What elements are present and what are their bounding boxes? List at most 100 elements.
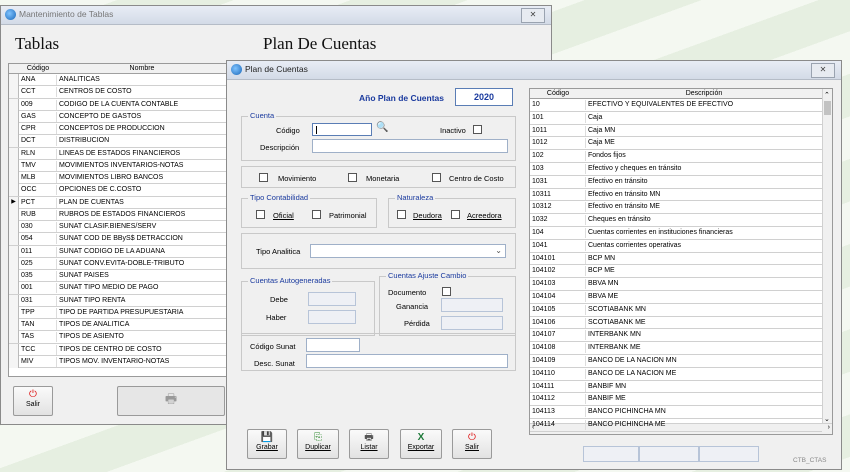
oficial-checkbox[interactable] (256, 210, 265, 219)
row-indicator[interactable] (9, 123, 19, 135)
row-indicator[interactable] (9, 233, 19, 246)
table-row[interactable]: 001 SUNAT TIPO MEDIO DE PAGO (9, 282, 227, 295)
row-indicator[interactable] (9, 257, 19, 270)
account-row[interactable]: 104104 BBVA ME (530, 291, 822, 304)
table-row[interactable]: GAS CONCEPTO DE GASTOS (9, 110, 227, 123)
inactivo-checkbox[interactable] (473, 125, 482, 134)
ganancia-input[interactable] (441, 298, 503, 312)
row-indicator[interactable] (9, 331, 19, 344)
scroll-thumb[interactable] (824, 101, 831, 115)
row-indicator[interactable] (9, 184, 19, 197)
row-indicator[interactable] (9, 159, 19, 172)
table-row[interactable]: 009 CODIGO DE LA CUENTA CONTABLE (9, 98, 227, 111)
tipo-analitica-select[interactable]: ⌄ (310, 244, 506, 258)
account-row[interactable]: 104105 SCOTIABANK MN (530, 304, 822, 317)
debe-input[interactable] (308, 292, 356, 306)
column-header-codigo[interactable]: Código (19, 64, 57, 74)
table-row[interactable]: 031 SUNAT TIPO RENTA (9, 294, 227, 307)
documento-checkbox[interactable] (442, 287, 451, 296)
account-row[interactable]: 1011 Caja MN (530, 125, 822, 138)
row-indicator[interactable] (9, 319, 19, 331)
account-row[interactable]: 104108 INTERBANK ME (530, 342, 822, 355)
account-row[interactable]: 10312 Efectivo en tránsito ME (530, 201, 822, 215)
close-button[interactable]: ✕ (811, 63, 835, 78)
table-row[interactable]: 011 SUNAT CODIGO DE LA ADUANA (9, 245, 227, 258)
codigo-sunat-input[interactable] (306, 338, 360, 352)
salir-button[interactable]: ⏻ Salir (13, 386, 53, 416)
account-row[interactable]: 101 Caja (530, 112, 822, 125)
scroll-right-icon[interactable]: › (828, 424, 830, 431)
account-row[interactable]: 104101 BCP MN (530, 253, 822, 266)
row-indicator[interactable] (9, 245, 19, 258)
row-indicator[interactable] (9, 74, 19, 86)
table-row[interactable]: RUB RUBROS DE ESTADOS FINANCIEROS (9, 208, 227, 221)
table-row[interactable]: 054 SUNAT COD DE BByS$ DETRACCION (9, 233, 227, 246)
account-row[interactable]: 104114 BANCO PICHINCHA ME (530, 419, 822, 432)
perdida-input[interactable] (441, 316, 503, 330)
table-row[interactable]: 025 SUNAT CONV.EVITA-DOBLE-TRIBUTO (9, 257, 227, 270)
monetaria-checkbox[interactable] (348, 173, 357, 182)
account-row[interactable]: 104112 BANBIF ME (530, 393, 822, 407)
account-row[interactable]: 10311 Efectivo en tránsito MN (530, 189, 822, 202)
column-header-codigo[interactable]: Código (530, 89, 586, 99)
close-button[interactable]: ✕ (521, 8, 545, 23)
column-header-descripcion[interactable]: Descripción (586, 89, 822, 99)
row-indicator[interactable] (9, 343, 19, 356)
row-indicator[interactable] (9, 98, 19, 111)
duplicar-button[interactable]: ⎘ Duplicar (297, 429, 339, 459)
row-indicator[interactable] (9, 294, 19, 307)
row-indicator[interactable] (9, 282, 19, 295)
row-indicator[interactable] (9, 208, 19, 221)
salir-button[interactable]: ⏻ Salir (452, 429, 492, 459)
row-indicator[interactable] (9, 221, 19, 233)
search-icon[interactable]: 🔍 (376, 122, 388, 133)
account-row[interactable]: 10 EFECTIVO Y EQUIVALENTES DE EFECTIVO (530, 99, 822, 112)
account-row[interactable]: 104107 INTERBANK MN (530, 329, 822, 343)
account-row[interactable]: 104113 BANCO PICHINCHA MN (530, 406, 822, 419)
account-row[interactable]: 102 Fondos fijos (530, 150, 822, 163)
row-indicator[interactable] (9, 147, 19, 160)
column-header-nombre[interactable]: Nombre (57, 64, 227, 74)
vertical-scrollbar[interactable]: ⌃ ⌄ (822, 89, 832, 424)
account-row[interactable]: 104109 BANCO DE LA NACION MN (530, 355, 822, 368)
deudora-checkbox[interactable] (397, 210, 406, 219)
row-indicator[interactable] (9, 306, 19, 319)
scroll-up-icon[interactable]: ⌃ (824, 91, 830, 99)
table-row[interactable]: CCT CENTROS DE COSTO (9, 86, 227, 99)
exportar-button[interactable]: X Exportar (400, 429, 442, 459)
anio-field[interactable]: 2020 (455, 88, 513, 106)
table-row[interactable]: MIV TIPOS MOV. INVENTARIO-NOTAS (9, 355, 227, 368)
patrimonial-checkbox[interactable] (312, 210, 321, 219)
print-button[interactable]: 🖶 (117, 386, 225, 416)
chevron-down-icon[interactable]: ⌄ (495, 246, 502, 255)
row-indicator[interactable] (9, 270, 19, 282)
row-indicator[interactable] (9, 172, 19, 184)
row-indicator[interactable] (9, 110, 19, 123)
table-row[interactable]: ▶ PCT PLAN DE CUENTAS (9, 196, 227, 209)
tables-grid[interactable]: Código Nombre ANA ANALITICAS CCT CENTROS DE… (8, 63, 228, 377)
table-row[interactable]: MLB MOVIMIENTOS LIBRO BANCOS (9, 172, 227, 185)
account-row[interactable]: 1032 Cheques en tránsito (530, 214, 822, 227)
centro-costo-checkbox[interactable] (432, 173, 441, 182)
account-row[interactable]: 1041 Cuentas corrientes operativas (530, 240, 822, 253)
account-row[interactable]: 104102 BCP ME (530, 265, 822, 279)
row-indicator[interactable] (9, 86, 19, 99)
desc-sunat-input[interactable] (306, 354, 508, 368)
acreedora-checkbox[interactable] (451, 210, 460, 219)
listar-button[interactable]: 🖶 Listar (349, 429, 389, 459)
account-row[interactable]: 1031 Efectivo en tránsito (530, 176, 822, 189)
account-row[interactable]: 104111 BANBIF MN (530, 381, 822, 394)
haber-input[interactable] (308, 310, 356, 324)
account-row[interactable]: 1012 Caja ME (530, 137, 822, 151)
table-row[interactable]: 035 SUNAT PAISES (9, 270, 227, 283)
grabar-button[interactable]: 💾 Grabar (247, 429, 287, 459)
account-row[interactable]: 103 Efectivo y cheques en tránsito (530, 163, 822, 176)
table-row[interactable]: CPR CONCEPTOS DE PRODUCCION (9, 123, 227, 136)
row-indicator[interactable] (9, 355, 19, 368)
table-row[interactable]: TMV MOVIMIENTOS INVENTARIOS-NOTAS (9, 159, 227, 172)
accounts-grid[interactable]: Código Descripción ⌃ ⌄ ‹ › 10 EFECTIVO Y … (529, 88, 833, 435)
table-row[interactable]: DCT DISTRIBUCION (9, 135, 227, 148)
row-indicator[interactable] (9, 135, 19, 148)
codigo-input[interactable] (312, 123, 372, 136)
table-row[interactable]: 030 SUNAT CLASIF.BIENES/SERV (9, 221, 227, 234)
